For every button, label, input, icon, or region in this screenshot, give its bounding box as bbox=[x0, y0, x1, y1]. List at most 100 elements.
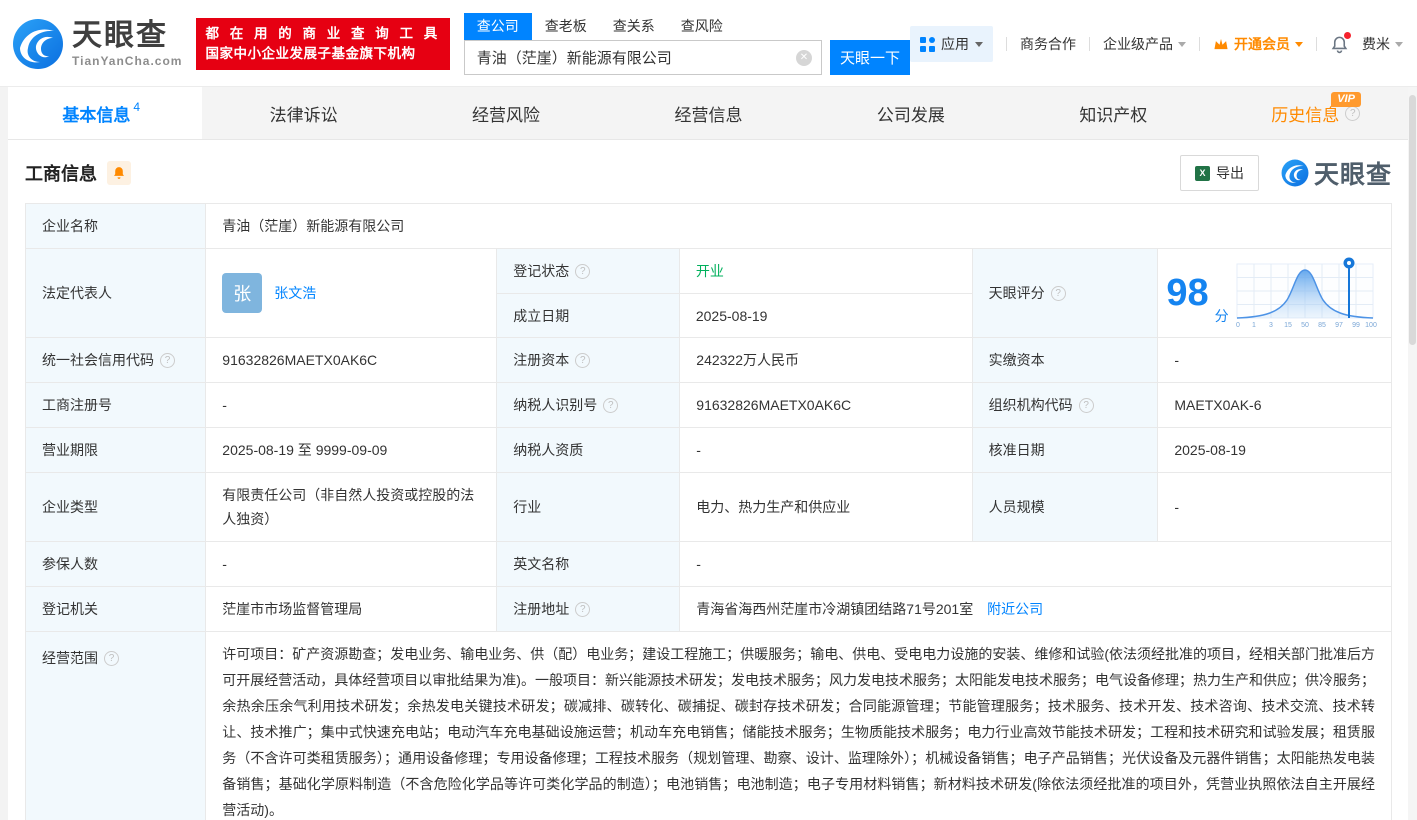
chevron-down-icon bbox=[1295, 42, 1303, 47]
legal-rep-avatar[interactable]: 张 bbox=[222, 273, 262, 313]
help-icon[interactable] bbox=[575, 602, 590, 617]
search-tab-boss[interactable]: 查老板 bbox=[532, 13, 600, 40]
field-value-reg-authority: 茫崖市市场监督管理局 bbox=[206, 587, 497, 632]
slogan-banner: 都 在 用 的 商 业 查 询 工 具 国家中小企业发展子基金旗下机构 bbox=[196, 18, 449, 69]
top-header: 天眼查 TianYanCha.com 都 在 用 的 商 业 查 询 工 具 国… bbox=[0, 0, 1417, 86]
page-edge-left bbox=[0, 87, 8, 820]
field-value-taxpayer-id: 91632826MAETX0AK6C bbox=[680, 383, 972, 428]
user-menu[interactable]: 费米 bbox=[1362, 34, 1403, 54]
table-row: 参保人数 - 英文名称 - bbox=[26, 542, 1392, 587]
field-value-credit-code: 91632826MAETX0AK6C bbox=[206, 338, 497, 383]
excel-icon bbox=[1195, 166, 1210, 181]
legal-rep-link[interactable]: 张文浩 bbox=[274, 283, 316, 303]
table-row: 登记机关 茫崖市市场监督管理局 注册地址 青海省海西州茫崖市冷湖镇团结路71号2… bbox=[26, 587, 1392, 632]
help-icon[interactable] bbox=[575, 264, 590, 279]
table-row: 经营范围 许可项目：矿产资源勘查；发电业务、输电业务、供（配）电业务；建设工程施… bbox=[26, 632, 1392, 820]
chevron-down-icon bbox=[975, 42, 983, 47]
open-vip-label: 开通会员 bbox=[1234, 34, 1290, 54]
company-nav-tabs: 基本信息 4 法律诉讼 经营风险 经营信息 公司发展 知识产权 VIP 历史信息 bbox=[0, 86, 1417, 140]
help-icon[interactable] bbox=[1345, 106, 1360, 121]
apps-menu[interactable]: 应用 bbox=[910, 26, 993, 62]
field-label-org-code: 组织机构代码 bbox=[972, 383, 1158, 428]
field-label-taxpayer-qualification: 纳税人资质 bbox=[497, 428, 680, 473]
chevron-down-icon bbox=[1178, 42, 1186, 47]
search-tab-company[interactable]: 查公司 bbox=[464, 13, 532, 40]
username: 费米 bbox=[1362, 34, 1390, 54]
brand-name: 天眼查 bbox=[72, 21, 182, 51]
help-icon[interactable] bbox=[104, 651, 119, 666]
help-icon[interactable] bbox=[575, 353, 590, 368]
field-label-business-scope: 经营范围 bbox=[26, 632, 206, 820]
tab-business-info[interactable]: 经营信息 bbox=[607, 87, 809, 139]
field-value-reg-capital: 242322万人民币 bbox=[680, 338, 972, 383]
help-icon[interactable] bbox=[160, 353, 175, 368]
business-cooperation-link[interactable]: 商务合作 bbox=[1020, 34, 1076, 54]
scrollbar-thumb[interactable] bbox=[1409, 95, 1416, 345]
business-info-table: 企业名称 青油（茫崖）新能源有限公司 法定代表人 张 张文浩 登记状态 开业 成… bbox=[25, 203, 1392, 820]
search-tab-relation[interactable]: 查关系 bbox=[600, 13, 668, 40]
export-label: 导出 bbox=[1216, 163, 1244, 183]
notifications-button[interactable] bbox=[1330, 35, 1349, 54]
field-value-establish-date: 2025-08-19 bbox=[680, 294, 972, 337]
tianyancha-logo[interactable]: 天眼查 TianYanCha.com bbox=[12, 18, 182, 70]
svg-text:15: 15 bbox=[1284, 322, 1292, 329]
help-icon[interactable] bbox=[1079, 398, 1094, 413]
tab-legal-proceedings[interactable]: 法律诉讼 bbox=[202, 87, 404, 139]
search-input[interactable] bbox=[464, 40, 822, 75]
field-value-reg-address: 青海省海西州茫崖市冷湖镇团结路71号201室 附近公司 bbox=[680, 587, 1392, 632]
address-text: 青海省海西州茫崖市冷湖镇团结路71号201室 bbox=[696, 601, 973, 617]
nav-divider bbox=[1006, 37, 1007, 51]
field-label-tyc-score: 天眼评分 bbox=[972, 249, 1158, 338]
field-value-reg-number: - bbox=[206, 383, 497, 428]
search-tab-risk[interactable]: 查风险 bbox=[668, 13, 736, 40]
field-value-staff-size: - bbox=[1158, 473, 1392, 542]
tab-history-info[interactable]: VIP 历史信息 bbox=[1215, 87, 1417, 139]
nav-divider bbox=[1089, 37, 1090, 51]
watermark-text: 天眼查 bbox=[1314, 155, 1392, 191]
tab-basic-info[interactable]: 基本信息 4 bbox=[0, 87, 202, 139]
help-icon[interactable] bbox=[603, 398, 618, 413]
tab-company-development[interactable]: 公司发展 bbox=[810, 87, 1012, 139]
header-right-nav: 应用 商务合作 企业级产品 开通会员 费米 bbox=[910, 26, 1403, 62]
field-label-reg-number: 工商注册号 bbox=[26, 383, 206, 428]
field-label-reg-authority: 登记机关 bbox=[26, 587, 206, 632]
watermark-logo: 天眼查 bbox=[1281, 155, 1392, 191]
svg-text:3: 3 bbox=[1269, 322, 1273, 329]
tab-intellectual-property[interactable]: 知识产权 bbox=[1012, 87, 1214, 139]
enterprise-products-menu[interactable]: 企业级产品 bbox=[1103, 34, 1186, 54]
field-value-taxpayer-qualification: - bbox=[680, 428, 972, 473]
nearby-companies-link[interactable]: 附近公司 bbox=[987, 601, 1043, 617]
svg-text:100: 100 bbox=[1365, 322, 1377, 329]
field-value-company-type: 有限责任公司（非自然人投资或控股的法人独资） bbox=[206, 473, 497, 542]
field-value-paid-capital: - bbox=[1158, 338, 1392, 383]
table-row: 企业名称 青油（茫崖）新能源有限公司 bbox=[26, 204, 1392, 249]
field-value-english-name: - bbox=[680, 542, 1392, 587]
search-tabs: 查公司 查老板 查关系 查风险 bbox=[464, 13, 910, 40]
section-title: 工商信息 bbox=[25, 160, 97, 186]
help-icon[interactable] bbox=[1051, 286, 1066, 301]
table-row: 成立日期 2025-08-19 bbox=[497, 293, 971, 337]
table-row: 登记状态 开业 bbox=[497, 249, 971, 293]
search-block: 查公司 查老板 查关系 查风险 天眼一下 bbox=[464, 13, 910, 75]
field-value-reg-status: 开业 bbox=[680, 249, 972, 293]
slogan-line2: 国家中小企业发展子基金旗下机构 bbox=[205, 44, 440, 64]
field-value-industry: 电力、热力生产和供应业 bbox=[680, 473, 972, 542]
field-label-establish-date: 成立日期 bbox=[497, 294, 680, 337]
business-scope-text: 许可项目：矿产资源勘查；发电业务、输电业务、供（配）电业务；建设工程施工；供暖服… bbox=[222, 641, 1375, 820]
svg-text:0: 0 bbox=[1236, 322, 1240, 329]
field-label-reg-capital: 注册资本 bbox=[497, 338, 680, 383]
tab-operational-risk[interactable]: 经营风险 bbox=[405, 87, 607, 139]
nav-divider bbox=[1316, 37, 1317, 51]
slogan-line1: 都 在 用 的 商 业 查 询 工 具 bbox=[205, 24, 440, 44]
search-button[interactable]: 天眼一下 bbox=[830, 40, 910, 75]
export-button[interactable]: 导出 bbox=[1180, 155, 1259, 191]
monitor-bell-button[interactable] bbox=[107, 161, 131, 185]
tab-history-info-label: 历史信息 bbox=[1271, 101, 1339, 126]
field-label-reg-address: 注册地址 bbox=[497, 587, 680, 632]
field-value-business-term: 2025-08-19 至 9999-09-09 bbox=[206, 428, 497, 473]
svg-text:50: 50 bbox=[1301, 322, 1309, 329]
crown-icon bbox=[1213, 37, 1229, 51]
field-label-industry: 行业 bbox=[497, 473, 680, 542]
clear-search-icon[interactable] bbox=[796, 50, 812, 66]
open-vip-menu[interactable]: 开通会员 bbox=[1213, 34, 1303, 54]
